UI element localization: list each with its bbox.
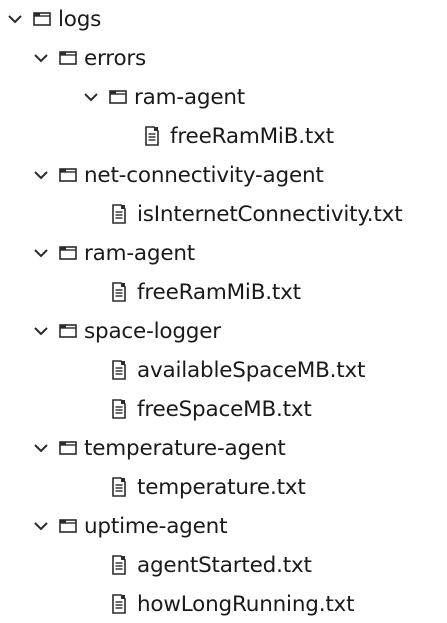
text-file-icon	[109, 593, 129, 615]
tree-node-label: net-connectivity-agent	[84, 162, 324, 188]
tree-file-label: freeSpaceMB.txt	[137, 396, 312, 422]
tree-file-label: freeRamMiB.txt	[170, 123, 334, 149]
text-file-icon	[109, 281, 129, 303]
tree-node-uptime-agent[interactable]: uptime-agent	[30, 507, 228, 545]
folder-icon	[58, 438, 78, 458]
tree-file-temperature[interactable]: temperature.txt	[109, 468, 306, 506]
chevron-down-icon[interactable]	[80, 86, 102, 108]
tree-file-freeRamMiB[interactable]: freeRamMiB.txt	[109, 273, 301, 311]
text-file-icon	[109, 476, 129, 498]
folder-icon	[32, 9, 52, 29]
tree-node-label: ram-agent	[134, 84, 246, 110]
chevron-down-icon[interactable]	[30, 164, 52, 186]
folder-icon	[108, 87, 128, 107]
text-file-icon	[109, 554, 129, 576]
folder-icon	[58, 243, 78, 263]
folder-icon	[58, 165, 78, 185]
text-file-icon	[109, 398, 129, 420]
tree-file-errors-freeRamMiB[interactable]: freeRamMiB.txt	[142, 117, 334, 155]
chevron-down-icon[interactable]	[30, 515, 52, 537]
folder-icon	[58, 321, 78, 341]
tree-node-temperature-agent[interactable]: temperature-agent	[30, 429, 286, 467]
tree-node-label: temperature-agent	[84, 435, 286, 461]
tree-file-label: availableSpaceMB.txt	[137, 357, 366, 383]
tree-file-label: howLongRunning.txt	[137, 591, 355, 617]
tree-node-label: ram-agent	[84, 240, 196, 266]
tree-file-howLongRunning[interactable]: howLongRunning.txt	[109, 585, 355, 623]
chevron-down-icon[interactable]	[30, 320, 52, 342]
tree-node-space-logger[interactable]: space-logger	[30, 312, 221, 350]
tree-node-label: uptime-agent	[84, 513, 228, 539]
tree-node-errors-ram-agent[interactable]: ram-agent	[80, 78, 245, 116]
tree-file-label: isInternetConnectivity.txt	[137, 201, 403, 227]
tree-node-errors[interactable]: errors	[30, 39, 146, 77]
text-file-icon	[142, 125, 162, 147]
chevron-down-icon[interactable]	[30, 47, 52, 69]
tree-file-label: freeRamMiB.txt	[137, 279, 301, 305]
tree-file-label: temperature.txt	[137, 474, 306, 500]
chevron-down-icon[interactable]	[30, 242, 52, 264]
tree-file-agentStarted[interactable]: agentStarted.txt	[109, 546, 312, 584]
chevron-down-icon[interactable]	[30, 437, 52, 459]
tree-node-ram-agent[interactable]: ram-agent	[30, 234, 195, 272]
tree-file-freeSpaceMB[interactable]: freeSpaceMB.txt	[109, 390, 312, 428]
tree-file-label: agentStarted.txt	[137, 552, 312, 578]
tree-node-logs[interactable]: logs	[4, 0, 101, 38]
tree-file-isInternetConnectivity[interactable]: isInternetConnectivity.txt	[109, 195, 403, 233]
tree-node-label: logs	[58, 6, 102, 32]
tree-file-availableSpaceMB[interactable]: availableSpaceMB.txt	[109, 351, 365, 389]
tree-node-net-connectivity-agent[interactable]: net-connectivity-agent	[30, 156, 324, 194]
text-file-icon	[109, 359, 129, 381]
text-file-icon	[109, 203, 129, 225]
tree-node-label: space-logger	[84, 318, 221, 344]
tree-node-label: errors	[84, 45, 147, 71]
folder-icon	[58, 48, 78, 68]
chevron-down-icon[interactable]	[4, 8, 26, 30]
folder-icon	[58, 516, 78, 536]
file-tree: logs errors ram-agent freeRamMiB.txt net…	[0, 0, 447, 621]
